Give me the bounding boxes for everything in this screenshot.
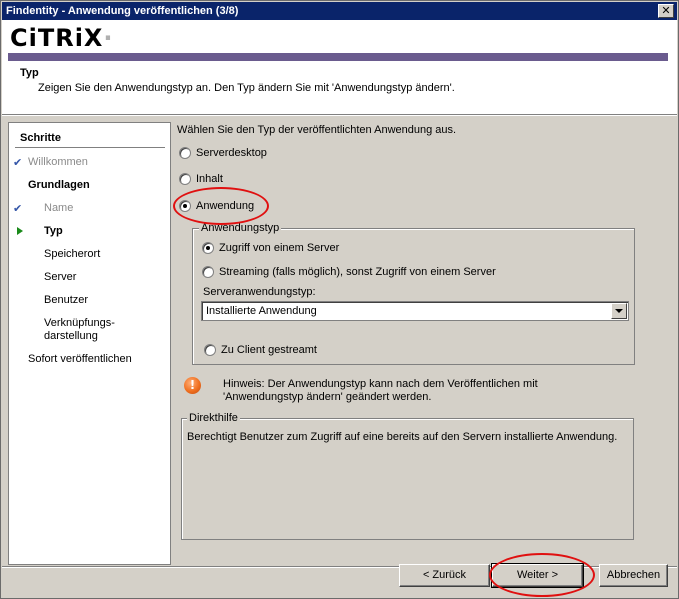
step-speicherort: Speicherort (44, 248, 101, 260)
radio-serverdesktop-label[interactable]: Serverdesktop (196, 147, 267, 159)
radio-streaming[interactable] (202, 266, 214, 278)
steps-divider (15, 147, 165, 148)
radio-zugriff-server-label[interactable]: Zugriff von einem Server (219, 242, 339, 254)
step-typ: Typ (44, 225, 63, 237)
radio-client-gestreamt[interactable] (204, 344, 216, 356)
step-sofort-veroeffentlichen: Sofort veröffentlichen (28, 353, 132, 365)
radio-anwendung-label[interactable]: Anwendung (196, 200, 254, 212)
hint-text: Hinweis: Der Anwendungstyp kann nach dem… (223, 378, 538, 404)
wizard-window: Findentity - Anwendung veröffentlichen (… (0, 0, 679, 599)
step-name: Name (44, 202, 74, 214)
main-panel: Wählen Sie den Typ der veröffentlichten … (171, 116, 677, 566)
chevron-down-icon[interactable] (611, 303, 627, 319)
radio-inhalt-label[interactable]: Inhalt (196, 173, 223, 185)
next-button[interactable]: Weiter > (491, 563, 584, 588)
step-verknuepfung-2: darstellung (44, 330, 98, 342)
close-icon[interactable]: ✕ (658, 4, 674, 18)
hint-line-2: 'Anwendungstyp ändern' geändert werden. (223, 391, 432, 403)
page-title: Typ (20, 67, 39, 79)
direkthilfe-legend: Direkthilfe (187, 412, 240, 424)
radio-zugriff-server[interactable] (202, 242, 214, 254)
current-step-arrow-icon (17, 227, 23, 235)
step-verknuepfung-1: Verknüpfungs- (44, 317, 115, 329)
radio-streaming-label[interactable]: Streaming (falls möglich), sonst Zugriff… (219, 266, 496, 278)
radio-inhalt[interactable] (179, 173, 191, 185)
hint-line-1: Hinweis: Der Anwendungstyp kann nach dem… (223, 378, 538, 390)
citrix-logo: CiTRiX· (10, 24, 114, 52)
steps-sidebar: Schritte ✔ Willkommen Grundlagen ✔ Name … (8, 122, 171, 565)
check-icon: ✔ (13, 203, 23, 215)
title-bar: Findentity - Anwendung veröffentlichen (… (2, 2, 677, 20)
back-button[interactable]: < Zurück (399, 564, 490, 587)
server-type-select[interactable]: Installierte Anwendung (201, 301, 629, 321)
direkthilfe-group: Direkthilfe Berechtigt Benutzer zum Zugr… (181, 412, 634, 540)
check-icon: ✔ (13, 157, 23, 169)
brand-bar (8, 53, 668, 61)
anwendungstyp-legend: Anwendungstyp (199, 222, 282, 234)
server-type-value: Installierte Anwendung (206, 305, 317, 317)
page-subtitle: Zeigen Sie den Anwendungstyp an. Den Typ… (38, 82, 455, 94)
radio-anwendung[interactable] (179, 200, 191, 212)
radio-client-gestreamt-label[interactable]: Zu Client gestreamt (221, 344, 317, 356)
steps-title: Schritte (20, 132, 61, 144)
step-benutzer: Benutzer (44, 294, 89, 306)
step-server: Server (44, 271, 77, 283)
step-grundlagen: Grundlagen (28, 179, 90, 191)
wizard-header: CiTRiX· Typ Zeigen Sie den Anwendungstyp… (2, 20, 677, 114)
step-willkommen: Willkommen (28, 156, 88, 168)
radio-serverdesktop[interactable] (179, 147, 191, 159)
window-title: Findentity - Anwendung veröffentlichen (… (6, 5, 239, 17)
type-prompt: Wählen Sie den Typ der veröffentlichten … (177, 124, 457, 136)
cancel-button[interactable]: Abbrechen (599, 564, 668, 587)
direkthilfe-text: Berechtigt Benutzer zum Zugriff auf eine… (187, 431, 618, 443)
server-type-label: Serveranwendungstyp: (203, 286, 316, 298)
warning-icon: ! (184, 377, 201, 394)
